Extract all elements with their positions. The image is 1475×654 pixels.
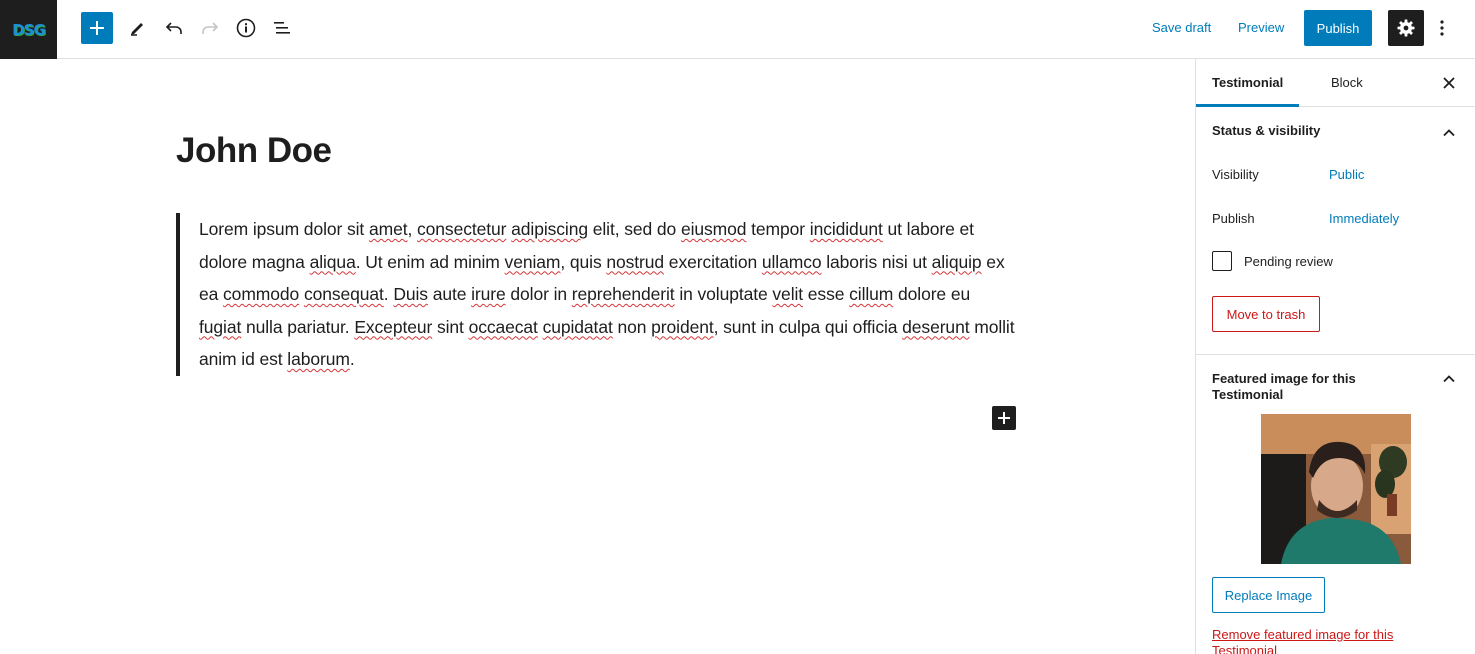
- quote-text-segment: nulla pariatur.: [241, 316, 355, 337]
- misspelled-word: reprehenderit: [571, 284, 675, 304]
- close-sidebar-button[interactable]: [1439, 73, 1459, 93]
- publish-row: Publish Immediately: [1196, 198, 1475, 242]
- quote-text-segment: esse: [803, 284, 850, 304]
- misspelled-word: velit: [772, 284, 804, 304]
- misspelled-word: deserunt: [902, 316, 970, 337]
- misspelled-word: incididunt: [809, 219, 883, 239]
- misspelled-word: aliquip: [931, 251, 982, 272]
- misspelled-word: eiusmod: [680, 219, 747, 239]
- visibility-value-button[interactable]: Public: [1329, 167, 1364, 182]
- undo-button[interactable]: [158, 12, 190, 44]
- settings-sidebar: Testimonial Block Status & visibility Vi…: [1195, 59, 1475, 654]
- quote-text-segment: exercitation: [664, 251, 762, 272]
- tools-button[interactable]: [122, 12, 154, 44]
- tab-testimonial[interactable]: Testimonial: [1196, 59, 1299, 107]
- gear-icon: [1397, 19, 1415, 37]
- list-view-icon: [274, 22, 290, 34]
- quote-text[interactable]: Lorem ipsum dolor sit amet, consectetur …: [199, 213, 1016, 376]
- pending-review-row: Pending review: [1196, 242, 1475, 286]
- quote-text-segment: . Ut enim ad minim: [355, 251, 505, 272]
- misspelled-word: irure: [471, 284, 506, 304]
- pending-review-label[interactable]: Pending review: [1244, 254, 1333, 269]
- featured-image-toggle[interactable]: Featured image for this Testimonial: [1196, 355, 1475, 415]
- quote-text-segment: dolore eu: [893, 284, 971, 304]
- pending-review-checkbox[interactable]: [1212, 251, 1232, 271]
- quote-text-segment: ,: [407, 219, 417, 239]
- details-button[interactable]: [230, 12, 262, 44]
- preview-button[interactable]: Preview: [1232, 12, 1290, 44]
- plus-icon: [90, 21, 104, 35]
- portrait-image: [1261, 414, 1411, 564]
- misspelled-word: aliqua: [309, 251, 356, 272]
- editor-canvas: John Doe Lorem ipsum dolor sit amet, con…: [0, 59, 1195, 654]
- quote-text-segment: sint: [432, 316, 469, 337]
- misspelled-word: adipiscing: [511, 219, 588, 239]
- misspelled-word: occaecat: [468, 316, 538, 337]
- quote-text-segment: non: [612, 316, 652, 337]
- replace-image-button[interactable]: Replace Image: [1212, 577, 1325, 613]
- more-vertical-icon: [1440, 20, 1444, 36]
- misspelled-word: Excepteur: [354, 316, 433, 337]
- status-visibility-toggle[interactable]: Status & visibility: [1196, 107, 1475, 154]
- post-title[interactable]: John Doe: [176, 131, 332, 171]
- quote-text-segment: in voluptate: [674, 284, 773, 304]
- editor-toolbar: DSG Save draft Preview Publish: [0, 0, 1475, 59]
- quote-text-segment: .: [383, 284, 394, 304]
- misspelled-word: fugiat: [199, 316, 242, 337]
- quote-text-segment: elit, sed do: [587, 219, 681, 239]
- logo-text: DSG: [12, 20, 46, 39]
- options-menu-button[interactable]: [1430, 12, 1454, 44]
- featured-image-thumbnail[interactable]: [1261, 414, 1411, 564]
- quote-text-segment: tempor: [746, 219, 810, 239]
- publish-date-button[interactable]: Immediately: [1329, 211, 1399, 226]
- misspelled-word: Duis: [393, 284, 428, 304]
- settings-button[interactable]: [1388, 10, 1424, 46]
- misspelled-word: consectetur: [417, 219, 507, 239]
- misspelled-word: cillum: [849, 284, 894, 304]
- pencil-icon: [131, 23, 143, 36]
- misspelled-word: ullamco: [761, 251, 822, 272]
- misspelled-word: amet: [368, 219, 408, 239]
- remove-featured-image-link[interactable]: Remove featured image for this Testimoni…: [1212, 627, 1432, 654]
- misspelled-word: nostrud: [606, 251, 665, 272]
- chevron-up-icon: [1443, 129, 1455, 137]
- quote-text-segment: laboris nisi ut: [821, 251, 932, 272]
- misspelled-word: proident: [651, 316, 714, 337]
- list-view-button[interactable]: [266, 12, 298, 44]
- misspelled-word: laborum: [287, 349, 350, 369]
- featured-image-panel: Featured image for this Testimonial Repl…: [1196, 355, 1475, 654]
- chevron-up-icon: [1443, 375, 1455, 383]
- move-to-trash-button[interactable]: Move to trash: [1212, 296, 1320, 332]
- misspelled-word: cupidatat: [542, 316, 613, 337]
- panel-title: Status & visibility: [1212, 123, 1321, 138]
- misspelled-word: consequat: [303, 284, 384, 304]
- quote-text-segment: , sunt in culpa qui officia: [713, 316, 903, 337]
- panel-title: Featured image for this Testimonial: [1212, 371, 1356, 402]
- visibility-row: Visibility Public: [1196, 154, 1475, 198]
- visibility-label: Visibility: [1212, 167, 1259, 182]
- misspelled-word: commodo: [223, 284, 300, 304]
- redo-icon: [202, 22, 219, 34]
- quote-text-segment: , quis: [560, 251, 607, 272]
- save-draft-button[interactable]: Save draft: [1146, 12, 1217, 44]
- misspelled-word: veniam: [504, 251, 561, 272]
- close-icon: [1443, 77, 1455, 89]
- sidebar-tabs: Testimonial Block: [1196, 59, 1475, 107]
- quote-text-segment: dolor in: [505, 284, 572, 304]
- quote-text-segment: aute: [427, 284, 472, 304]
- info-icon: [236, 18, 256, 38]
- publish-button[interactable]: Publish: [1304, 10, 1372, 46]
- redo-button[interactable]: [194, 12, 226, 44]
- status-visibility-panel: Status & visibility Visibility Public Pu…: [1196, 107, 1475, 355]
- plus-icon: [998, 412, 1010, 424]
- block-appender-button[interactable]: [992, 406, 1016, 430]
- add-block-button[interactable]: [81, 12, 113, 44]
- quote-text-segment: .: [349, 349, 355, 369]
- tab-block[interactable]: Block: [1315, 59, 1379, 107]
- quote-text-segment: Lorem ipsum dolor sit: [199, 219, 369, 239]
- publish-label: Publish: [1212, 211, 1255, 226]
- undo-icon: [165, 22, 182, 34]
- site-logo[interactable]: DSG: [0, 0, 57, 59]
- quote-block[interactable]: Lorem ipsum dolor sit amet, consectetur …: [176, 213, 1016, 376]
